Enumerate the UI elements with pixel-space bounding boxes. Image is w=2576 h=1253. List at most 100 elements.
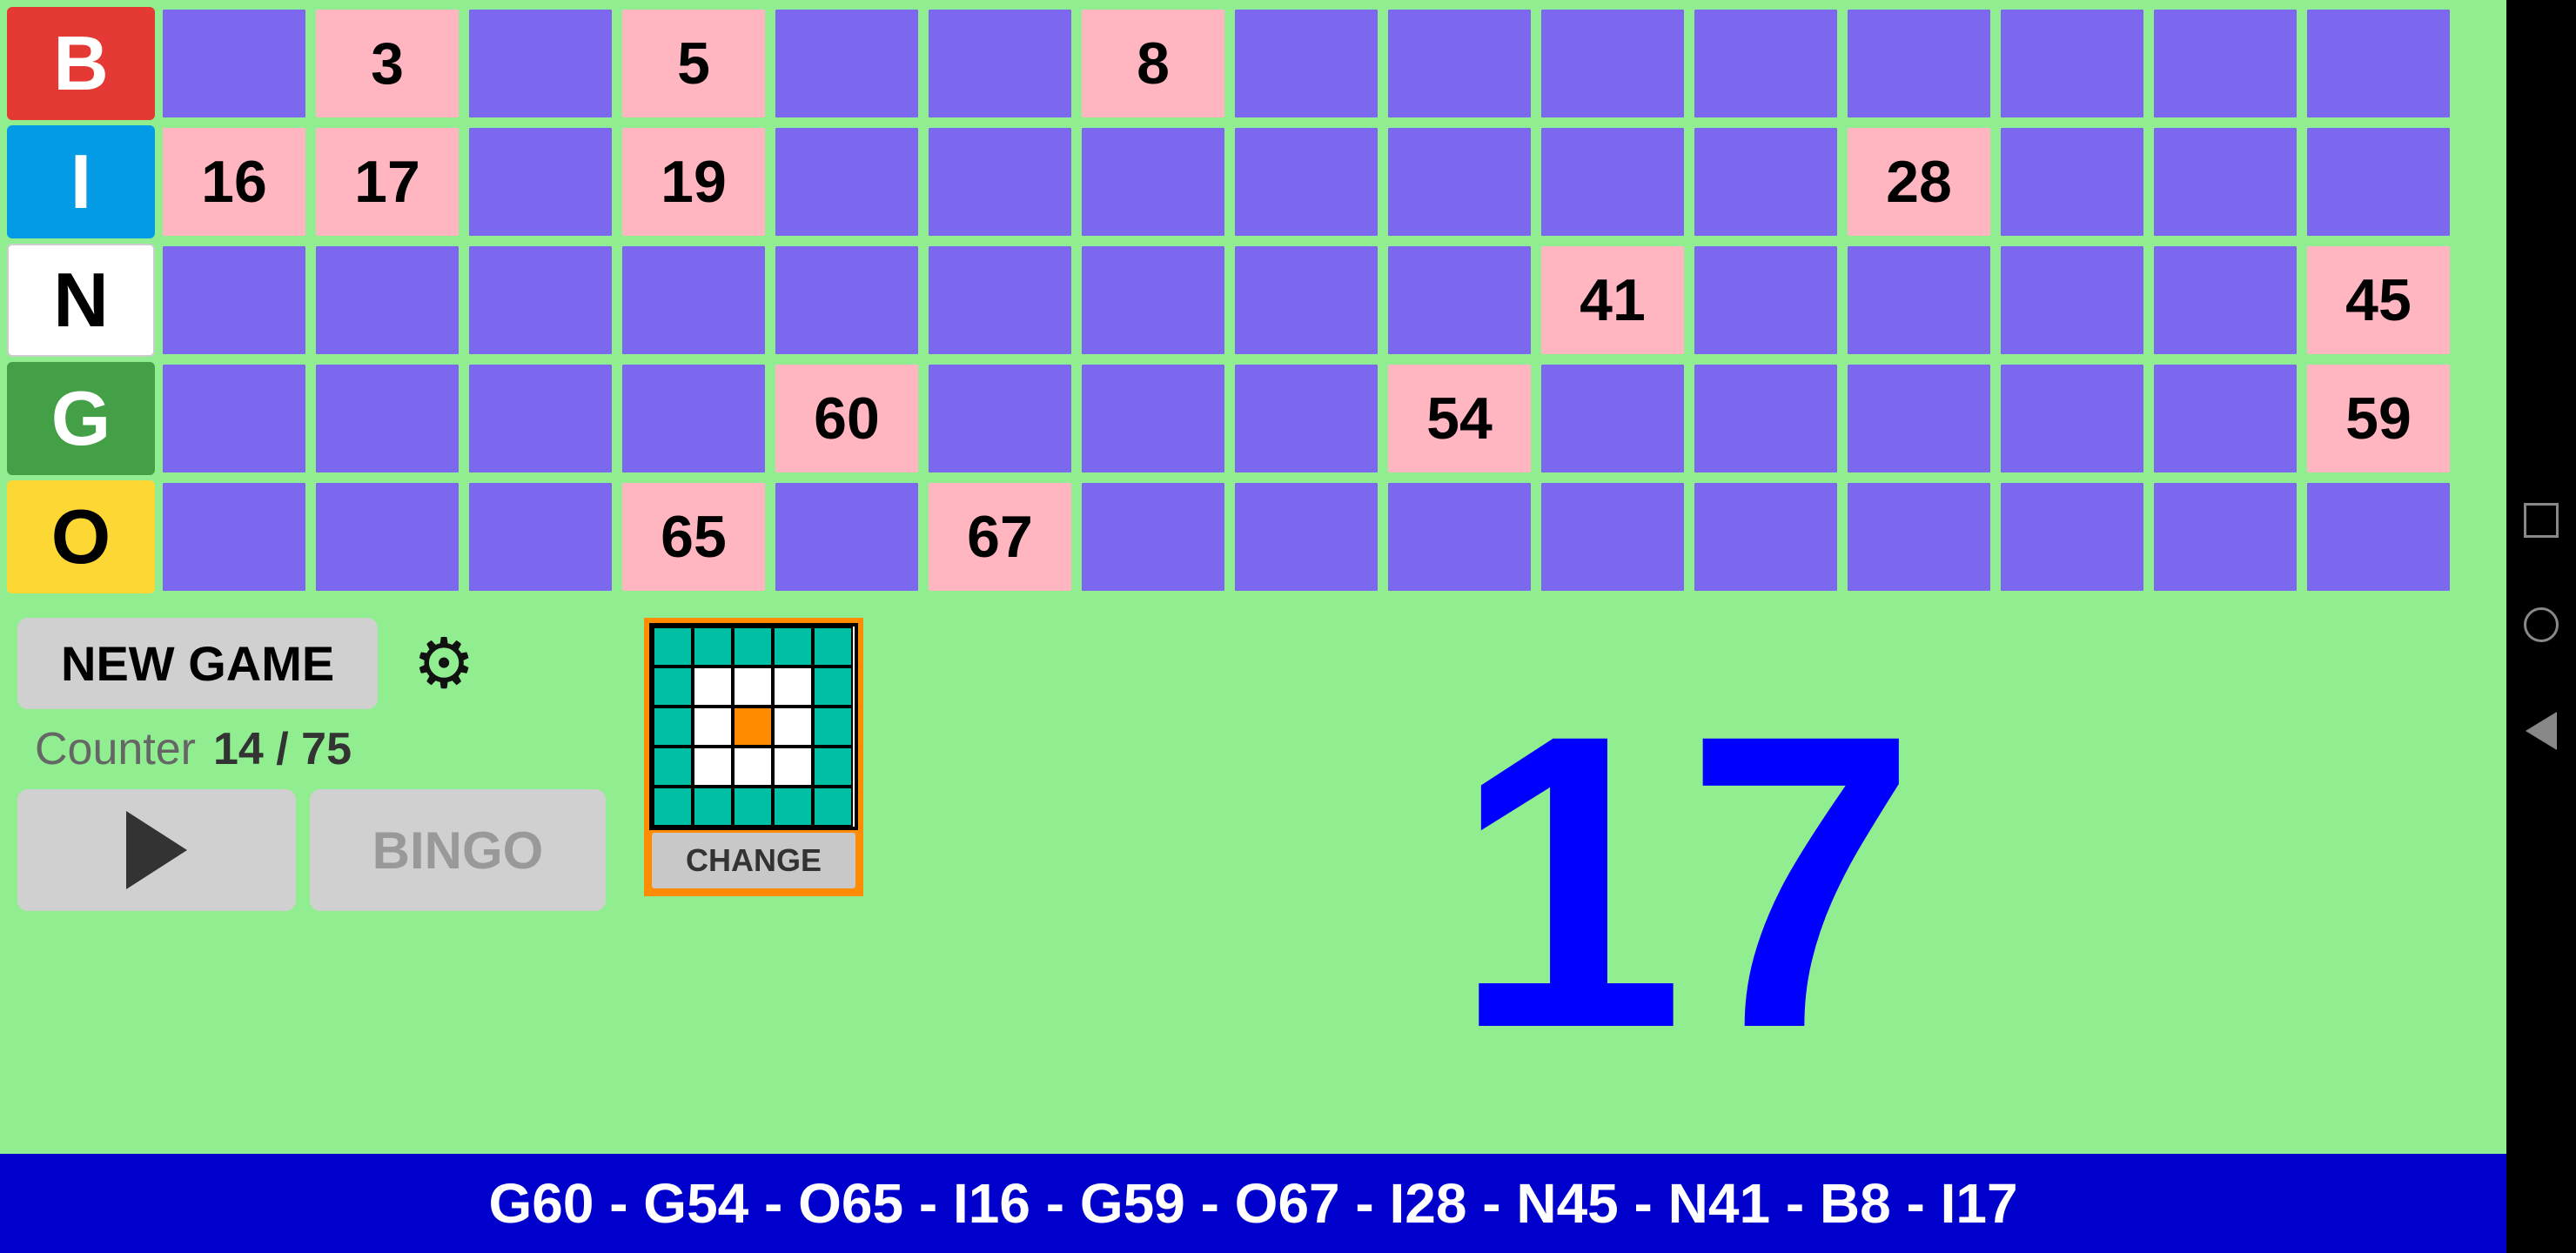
bingo-cell[interactable] <box>1385 244 1533 357</box>
bingo-cell[interactable] <box>926 244 1074 357</box>
bingo-cell[interactable]: 60 <box>773 362 921 475</box>
letter-B: B <box>7 7 155 120</box>
bingo-cell[interactable]: 16 <box>160 125 308 238</box>
bingo-cell[interactable] <box>620 244 768 357</box>
bingo-cell[interactable] <box>1998 244 2146 357</box>
bingo-cell[interactable] <box>2304 125 2452 238</box>
bingo-cell[interactable] <box>313 480 461 593</box>
bingo-cell[interactable] <box>2151 480 2299 593</box>
bingo-cell[interactable] <box>466 125 614 238</box>
bingo-cell[interactable]: 67 <box>926 480 1074 593</box>
bingo-cell[interactable] <box>1998 7 2146 120</box>
bingo-cell[interactable] <box>1845 244 1993 357</box>
bingo-cell[interactable] <box>1692 125 1840 238</box>
nav-back-icon[interactable] <box>2526 712 2557 750</box>
bingo-cell[interactable]: 41 <box>1539 244 1687 357</box>
bingo-cell[interactable] <box>1232 7 1380 120</box>
bingo-cell[interactable] <box>1385 7 1533 120</box>
bingo-button[interactable]: BINGO <box>310 789 606 911</box>
bingo-cell[interactable] <box>1079 125 1227 238</box>
bingo-cell[interactable]: 54 <box>1385 362 1533 475</box>
mini-cell <box>693 787 733 827</box>
bingo-cell[interactable] <box>773 7 921 120</box>
bingo-cell[interactable] <box>466 7 614 120</box>
bingo-cell[interactable] <box>1385 125 1533 238</box>
bingo-cell[interactable] <box>1385 480 1533 593</box>
mini-card-row <box>653 626 855 667</box>
bingo-cell[interactable] <box>1079 480 1227 593</box>
bingo-cell[interactable] <box>1692 7 1840 120</box>
bingo-cell[interactable] <box>1692 362 1840 475</box>
bingo-cell[interactable] <box>2151 362 2299 475</box>
bingo-row-O: O 65 67 <box>7 480 2499 593</box>
bingo-cell[interactable] <box>773 480 921 593</box>
bingo-cell[interactable]: 17 <box>313 125 461 238</box>
mini-card-area: CHANGE <box>644 618 863 1145</box>
change-button[interactable]: CHANGE <box>649 830 858 891</box>
bingo-cell[interactable] <box>926 362 1074 475</box>
bingo-cell[interactable] <box>773 244 921 357</box>
bingo-cell[interactable]: 65 <box>620 480 768 593</box>
bingo-cell[interactable] <box>1232 362 1380 475</box>
bingo-cell[interactable]: 28 <box>1845 125 1993 238</box>
bingo-cell[interactable] <box>2304 7 2452 120</box>
bingo-cell[interactable] <box>160 362 308 475</box>
bingo-cell[interactable] <box>1539 362 1687 475</box>
letter-G: G <box>7 362 155 475</box>
bingo-cell[interactable] <box>313 362 461 475</box>
bingo-cell[interactable] <box>160 244 308 357</box>
settings-icon[interactable]: ⚙ <box>413 623 475 704</box>
mini-card-row <box>653 747 855 787</box>
bingo-cell[interactable] <box>466 480 614 593</box>
bingo-cell[interactable] <box>2151 125 2299 238</box>
bingo-cell[interactable]: 5 <box>620 7 768 120</box>
bingo-cell[interactable] <box>1998 125 2146 238</box>
bingo-cell[interactable]: 59 <box>2304 362 2452 475</box>
android-nav <box>2506 0 2576 1253</box>
play-button[interactable] <box>17 789 296 911</box>
bingo-cell[interactable] <box>926 125 1074 238</box>
bingo-cell[interactable] <box>1845 362 1993 475</box>
bingo-cell[interactable] <box>1079 362 1227 475</box>
bingo-cell[interactable] <box>1079 244 1227 357</box>
new-game-button[interactable]: NEW GAME <box>17 618 378 709</box>
bingo-row-N: N 41 45 <box>7 244 2499 357</box>
bingo-cell[interactable] <box>2304 480 2452 593</box>
nav-circle-icon[interactable] <box>2524 607 2559 642</box>
bingo-cell[interactable]: 3 <box>313 7 461 120</box>
bingo-cell[interactable] <box>2151 7 2299 120</box>
bingo-cell[interactable] <box>620 362 768 475</box>
bingo-cell[interactable] <box>1845 7 1993 120</box>
bingo-cell[interactable] <box>1845 480 1993 593</box>
mini-cell <box>813 787 853 827</box>
bingo-cell[interactable] <box>313 244 461 357</box>
play-triangle-icon <box>126 811 187 889</box>
mini-bingo-card[interactable] <box>649 623 858 830</box>
bingo-cell[interactable]: 8 <box>1079 7 1227 120</box>
bingo-cell[interactable] <box>1692 244 1840 357</box>
bingo-cell[interactable] <box>1539 480 1687 593</box>
bingo-cell[interactable] <box>1232 244 1380 357</box>
bingo-cell[interactable] <box>1232 480 1380 593</box>
bingo-cell[interactable] <box>160 480 308 593</box>
bingo-cell[interactable] <box>2151 244 2299 357</box>
mini-card-wrapper: CHANGE <box>644 618 863 896</box>
bingo-cell[interactable] <box>466 244 614 357</box>
nav-square-icon[interactable] <box>2524 503 2559 538</box>
counter-row: Counter 14 / 75 <box>17 723 627 775</box>
bingo-cell[interactable]: 45 <box>2304 244 2452 357</box>
mini-cell <box>733 747 773 787</box>
bingo-cell[interactable] <box>1998 362 2146 475</box>
mini-cell <box>773 747 813 787</box>
bingo-cell[interactable] <box>926 7 1074 120</box>
bingo-cell[interactable] <box>160 7 308 120</box>
bingo-cell[interactable] <box>1539 7 1687 120</box>
bingo-cell[interactable] <box>1232 125 1380 238</box>
bingo-cell[interactable] <box>773 125 921 238</box>
bingo-cell[interactable] <box>1539 125 1687 238</box>
bingo-cell[interactable] <box>1692 480 1840 593</box>
bingo-cell[interactable] <box>1998 480 2146 593</box>
letter-I: I <box>7 125 155 238</box>
bingo-cell[interactable] <box>466 362 614 475</box>
bingo-cell[interactable]: 19 <box>620 125 768 238</box>
